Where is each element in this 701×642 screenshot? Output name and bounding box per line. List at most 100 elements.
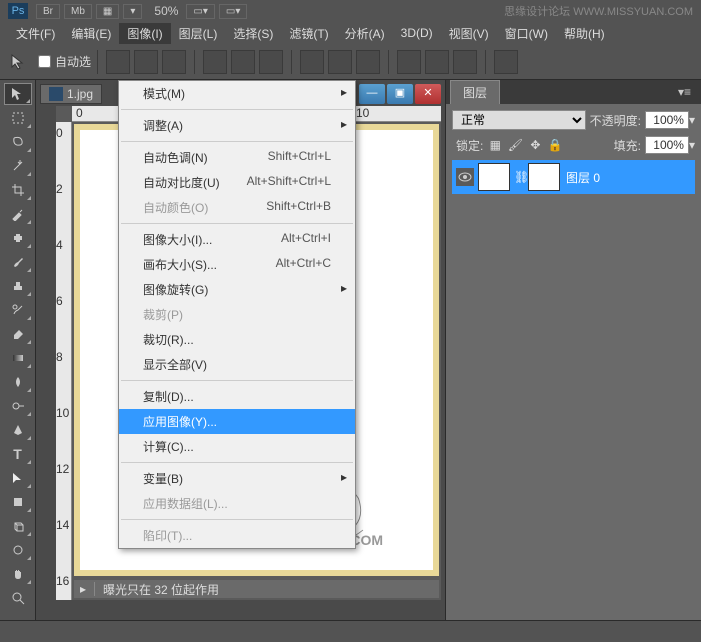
menu-bar: 文件(F) 编辑(E) 图像(I) 图层(L) 选择(S) 滤镜(T) 分析(A… [0, 22, 701, 44]
blur-tool[interactable] [4, 371, 32, 393]
menu-filter[interactable]: 滤镜(T) [281, 23, 336, 44]
fill-dropdown-icon[interactable]: ▾ [689, 138, 695, 152]
document-tab[interactable]: 1.jpg [40, 84, 102, 104]
menu-adjustments[interactable]: 调整(A)▸ [119, 113, 355, 138]
dist-btn-5[interactable] [425, 50, 449, 74]
dist-btn-2[interactable] [328, 50, 352, 74]
lock-position-icon[interactable]: ✥ [527, 137, 543, 153]
options-bar: 自动选 [0, 44, 701, 80]
menu-auto-color[interactable]: 自动颜色(O)Shift+Ctrl+B [119, 195, 355, 220]
dist-btn-6[interactable] [453, 50, 477, 74]
layer-thumbnail[interactable] [478, 163, 510, 191]
dist-btn-3[interactable] [356, 50, 380, 74]
dodge-tool[interactable] [4, 395, 32, 417]
heal-tool[interactable] [4, 227, 32, 249]
menu-trim[interactable]: 裁切(R)... [119, 327, 355, 352]
menu-select[interactable]: 选择(S) [225, 23, 281, 44]
menu-layer[interactable]: 图层(L) [171, 23, 226, 44]
dist-btn-1[interactable] [300, 50, 324, 74]
view-extras-button[interactable]: ▦ [96, 4, 119, 19]
gradient-tool[interactable] [4, 347, 32, 369]
align-btn-5[interactable] [231, 50, 255, 74]
layer-row[interactable]: ⛓ 图层 0 [452, 160, 695, 194]
visibility-toggle[interactable] [456, 168, 474, 186]
menu-auto-tone[interactable]: 自动色调(N)Shift+Ctrl+L [119, 145, 355, 170]
menu-edit[interactable]: 编辑(E) [63, 23, 119, 44]
menu-file[interactable]: 文件(F) [8, 23, 63, 44]
eyedropper-tool[interactable] [4, 203, 32, 225]
history-brush-tool[interactable] [4, 299, 32, 321]
align-btn-1[interactable] [106, 50, 130, 74]
tools-panel: T [0, 80, 36, 620]
menu-auto-contrast[interactable]: 自动对比度(U)Alt+Shift+Ctrl+L [119, 170, 355, 195]
close-button[interactable]: ✕ [415, 84, 441, 104]
align-btn-4[interactable] [203, 50, 227, 74]
menu-image-rotation[interactable]: 图像旋转(G)▸ [119, 277, 355, 302]
mini-bridge-button[interactable]: Mb [64, 4, 92, 19]
3d-tool[interactable] [4, 515, 32, 537]
bridge-button[interactable]: Br [36, 4, 60, 19]
menu-variables[interactable]: 变量(B)▸ [119, 466, 355, 491]
pen-tool[interactable] [4, 419, 32, 441]
lasso-tool[interactable] [4, 131, 32, 153]
status-arrow-icon[interactable]: ▸ [80, 582, 86, 596]
menu-help[interactable]: 帮助(H) [556, 23, 613, 44]
menu-crop[interactable]: 裁剪(P) [119, 302, 355, 327]
mask-thumbnail[interactable] [528, 163, 560, 191]
screen-mode-button[interactable]: ▭▾ [186, 4, 214, 19]
marquee-tool[interactable] [4, 107, 32, 129]
zoom-level[interactable]: 50% [154, 4, 178, 18]
align-btn-6[interactable] [259, 50, 283, 74]
mask-link-icon[interactable]: ⛓ [514, 170, 526, 184]
workspace-button[interactable]: ▭▾ [219, 4, 247, 19]
hand-tool[interactable] [4, 563, 32, 585]
lock-transparency-icon[interactable]: ▦ [487, 137, 503, 153]
menu-calculations[interactable]: 计算(C)... [119, 434, 355, 459]
auto-align-btn[interactable] [494, 50, 518, 74]
menu-view[interactable]: 视图(V) [441, 23, 497, 44]
panel-menu-icon[interactable]: ▾≡ [672, 83, 697, 101]
lock-all-icon[interactable]: 🔒 [547, 137, 563, 153]
menu-window[interactable]: 窗口(W) [497, 23, 556, 44]
menu-image-size[interactable]: 图像大小(I)...Alt+Ctrl+I [119, 227, 355, 252]
menu-analysis[interactable]: 分析(A) [337, 23, 393, 44]
path-tool[interactable] [4, 467, 32, 489]
auto-select-checkbox[interactable] [38, 55, 51, 68]
brush-tool[interactable] [4, 251, 32, 273]
menu-image[interactable]: 图像(I) [119, 23, 170, 44]
app-status-bar [0, 620, 701, 642]
fill-value[interactable]: 100% [645, 136, 689, 154]
menu-trap[interactable]: 陷印(T)... [119, 523, 355, 548]
menu-3d[interactable]: 3D(D) [393, 24, 441, 42]
menu-duplicate[interactable]: 复制(D)... [119, 384, 355, 409]
move-tool[interactable] [4, 83, 32, 105]
align-btn-2[interactable] [134, 50, 158, 74]
lock-pixels-icon[interactable]: 🖌 [507, 137, 523, 153]
align-btn-3[interactable] [162, 50, 186, 74]
menu-canvas-size[interactable]: 画布大小(S)...Alt+Ctrl+C [119, 252, 355, 277]
crop-tool[interactable] [4, 179, 32, 201]
minimize-button[interactable]: — [359, 84, 385, 104]
opacity-dropdown-icon[interactable]: ▾ [689, 113, 695, 127]
shape-tool[interactable] [4, 491, 32, 513]
maximize-button[interactable]: ▣ [387, 84, 413, 104]
eraser-tool[interactable] [4, 323, 32, 345]
doc-tab-name: 1.jpg [67, 87, 93, 101]
stamp-tool[interactable] [4, 275, 32, 297]
layer-name[interactable]: 图层 0 [566, 169, 691, 186]
zoom-tool[interactable] [4, 587, 32, 609]
arrange-button[interactable]: ▾ [123, 4, 142, 19]
ruler-vertical[interactable]: 0246810121416 [56, 122, 72, 600]
menu-reveal-all[interactable]: 显示全部(V) [119, 352, 355, 377]
opacity-value[interactable]: 100% [645, 111, 689, 129]
menu-mode[interactable]: 模式(M)▸ [119, 81, 355, 106]
3d-camera-tool[interactable] [4, 539, 32, 561]
layers-tab[interactable]: 图层 [450, 80, 500, 105]
dist-btn-4[interactable] [397, 50, 421, 74]
type-tool[interactable]: T [4, 443, 32, 465]
blend-mode-select[interactable]: 正常 [452, 110, 586, 130]
wand-tool[interactable] [4, 155, 32, 177]
menu-apply-data-set[interactable]: 应用数据组(L)... [119, 491, 355, 516]
menu-apply-image[interactable]: 应用图像(Y)... [119, 409, 355, 434]
opacity-label: 不透明度: [590, 112, 641, 129]
